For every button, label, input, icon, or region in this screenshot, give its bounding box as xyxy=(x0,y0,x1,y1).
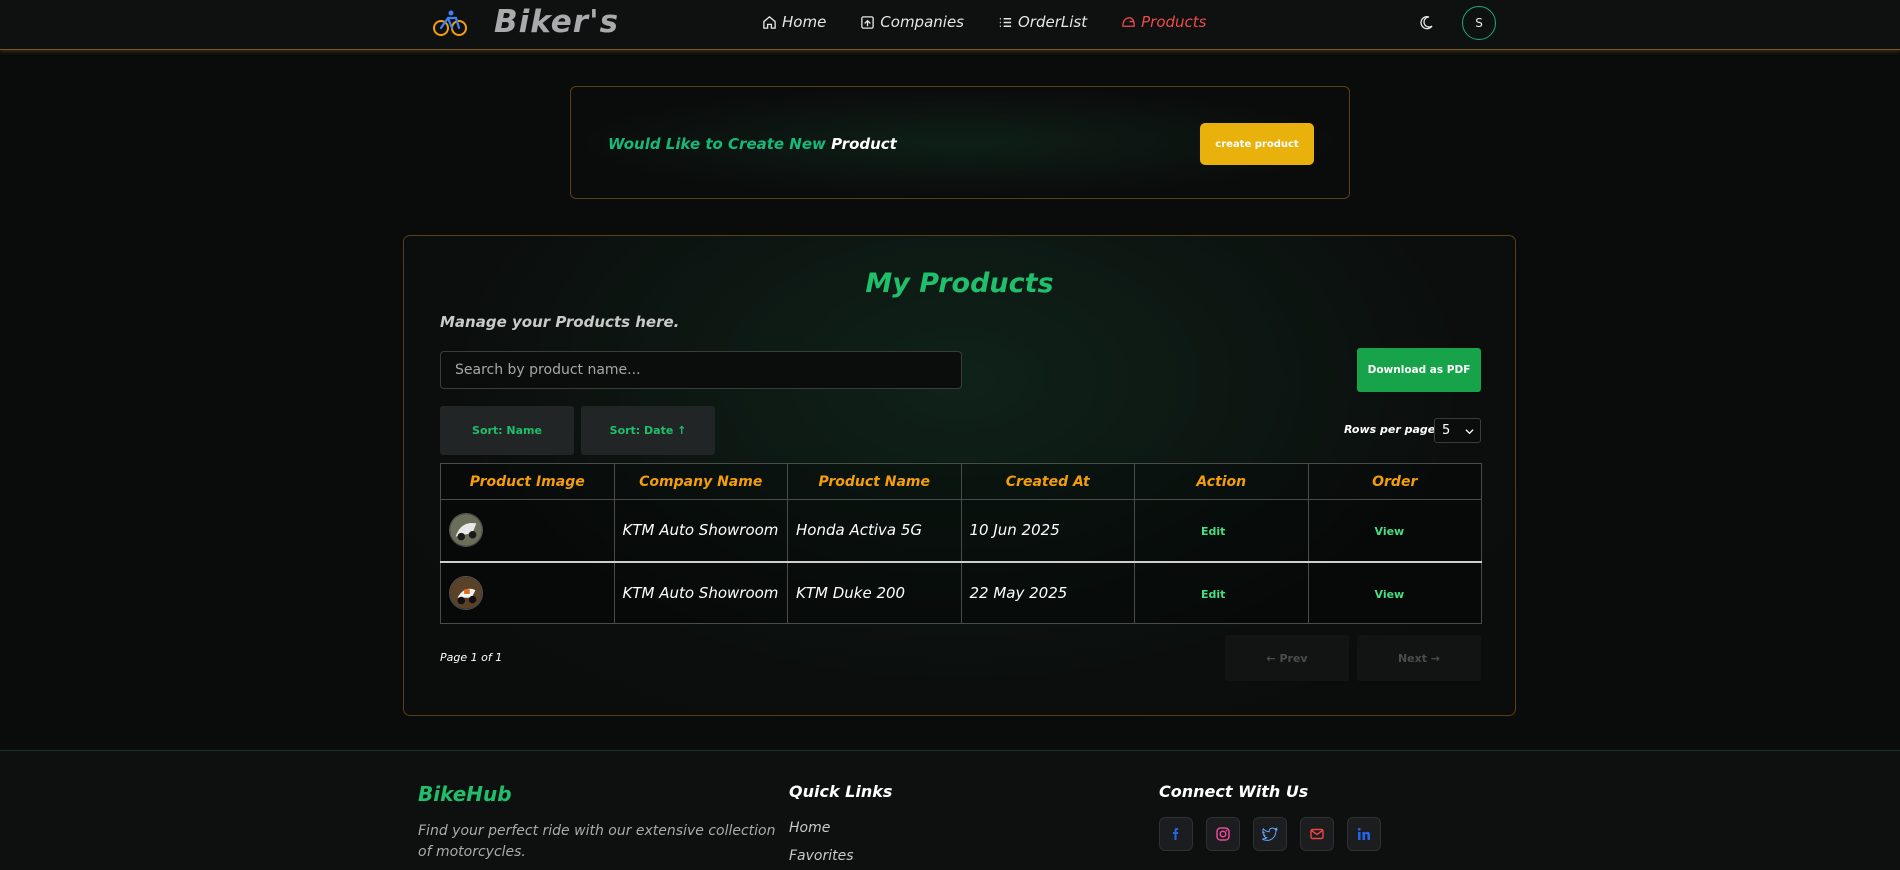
mail-button[interactable] xyxy=(1300,817,1334,851)
create-product-banner: Would Like to Create New Product create … xyxy=(570,86,1350,199)
search-input[interactable] xyxy=(440,351,962,389)
twitter-button[interactable] xyxy=(1253,817,1287,851)
footer-link-favorites[interactable]: Favorites xyxy=(789,848,854,864)
top-navbar: Biker's Home Companies OrderList Product… xyxy=(0,0,1900,50)
created-at-cell: 10 Jun 2025 xyxy=(960,499,1135,562)
nav-orderlist[interactable]: OrderList xyxy=(998,13,1087,31)
nav-companies[interactable]: Companies xyxy=(860,13,964,31)
col-action: Action xyxy=(1134,463,1309,500)
col-product-image: Product Image xyxy=(440,463,615,500)
connect-title: Connect With Us xyxy=(1159,782,1309,801)
view-link[interactable]: View xyxy=(1317,525,1405,538)
sort-name-button[interactable]: Sort: Name xyxy=(440,406,574,455)
helmet-icon xyxy=(1122,16,1135,27)
dark-mode-toggle-icon[interactable] xyxy=(1418,15,1434,31)
rows-per-page-label: Rows per page: xyxy=(1344,423,1440,436)
rows-per-page-select[interactable]: 5 xyxy=(1434,418,1481,443)
company-name-cell: KTM Auto Showroom xyxy=(613,499,788,562)
footer-brand: BikeHub xyxy=(418,782,512,806)
instagram-icon xyxy=(1216,827,1230,841)
cta-text-green: Would Like to Create New xyxy=(608,135,826,153)
product-image-cell xyxy=(440,560,615,624)
bike-icon xyxy=(433,10,467,36)
table-header-row: Product Image Company Name Product Name … xyxy=(440,463,1482,500)
col-created-at: Created At xyxy=(960,463,1135,500)
edit-link[interactable]: Edit xyxy=(1143,588,1225,601)
nav-products-label: Products xyxy=(1141,13,1207,31)
cta-text: Would Like to Create New Product xyxy=(608,135,897,153)
rows-per-page-value: 5 xyxy=(1442,423,1451,438)
instagram-button[interactable] xyxy=(1206,817,1240,851)
page-title: My Products xyxy=(865,268,1054,299)
create-product-button[interactable]: create product xyxy=(1200,123,1314,165)
order-cell: View xyxy=(1307,560,1482,624)
building-icon xyxy=(861,15,875,29)
twitter-icon xyxy=(1262,827,1278,841)
view-link[interactable]: View xyxy=(1317,588,1405,601)
action-cell: Edit xyxy=(1134,560,1309,624)
mail-icon xyxy=(1310,828,1324,840)
product-thumbnail xyxy=(449,513,483,548)
footer-description: Find your perfect ride with our extensiv… xyxy=(418,823,776,860)
nav-home-label: Home xyxy=(782,13,827,31)
nav-home[interactable]: Home xyxy=(762,13,826,31)
product-name-cell: KTM Duke 200 xyxy=(787,560,962,624)
company-name-cell: KTM Auto Showroom xyxy=(613,560,788,624)
col-product-name: Product Name xyxy=(787,463,962,500)
action-cell: Edit xyxy=(1134,499,1309,562)
created-at-cell: 22 May 2025 xyxy=(960,560,1135,624)
nav-products[interactable]: Products xyxy=(1121,13,1207,31)
list-icon xyxy=(999,17,1012,27)
edit-link[interactable]: Edit xyxy=(1143,525,1225,538)
col-order: Order xyxy=(1307,463,1482,500)
nav-companies-label: Companies xyxy=(880,13,964,31)
main-nav: Home Companies OrderList Products xyxy=(762,13,1241,31)
page-subtitle: Manage your Products here. xyxy=(440,313,680,331)
cta-text-white: Product xyxy=(831,135,897,153)
product-thumbnail xyxy=(449,575,483,610)
quick-links-title: Quick Links xyxy=(789,782,893,801)
user-avatar[interactable]: S xyxy=(1462,6,1496,40)
table-row: KTM Auto Showroom Honda Activa 5G 10 Jun… xyxy=(440,499,1482,562)
home-icon xyxy=(763,15,776,29)
col-company-name: Company Name xyxy=(613,463,788,500)
download-pdf-button[interactable]: Download as PDF xyxy=(1357,348,1481,392)
next-page-button[interactable]: Next → xyxy=(1357,635,1481,681)
footer: BikeHub Find your perfect ride with our … xyxy=(0,750,1900,870)
bike-logo-icon[interactable] xyxy=(432,8,468,38)
facebook-button[interactable] xyxy=(1159,817,1193,851)
product-name-cell: Honda Activa 5G xyxy=(787,499,962,562)
sort-date-button[interactable]: Sort: Date ↑ xyxy=(581,406,715,455)
prev-page-button[interactable]: ← Prev xyxy=(1225,635,1349,681)
linkedin-button[interactable] xyxy=(1347,817,1381,851)
products-panel: My Products Manage your Products here. D… xyxy=(403,235,1516,716)
facebook-icon xyxy=(1173,828,1179,840)
chevron-down-icon xyxy=(1465,429,1474,435)
product-image-cell xyxy=(440,499,615,562)
page-info: Page 1 of 1 xyxy=(440,651,503,664)
footer-link-home[interactable]: Home xyxy=(789,820,830,836)
table-row: KTM Auto Showroom KTM Duke 200 22 May 20… xyxy=(440,560,1482,624)
order-cell: View xyxy=(1307,499,1482,562)
products-table: Product Image Company Name Product Name … xyxy=(440,463,1482,624)
linkedin-icon xyxy=(1357,827,1370,840)
nav-orderlist-label: OrderList xyxy=(1018,13,1088,31)
brand-name[interactable]: Biker's xyxy=(494,4,619,40)
